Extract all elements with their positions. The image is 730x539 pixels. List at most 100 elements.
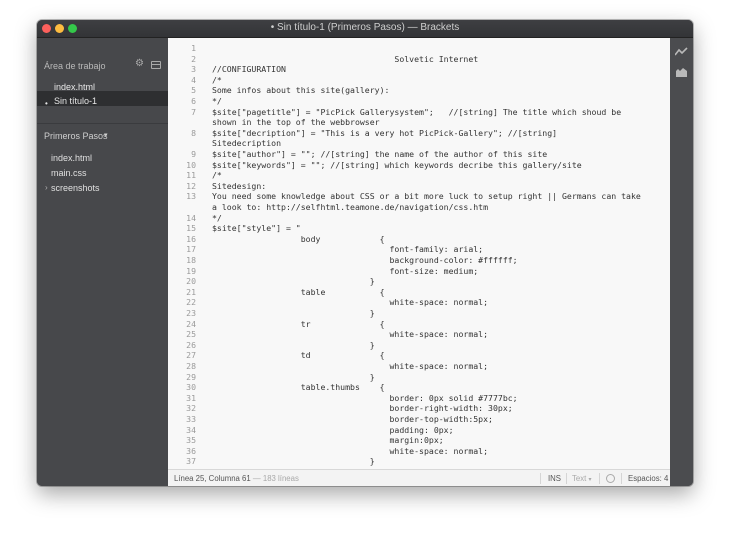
code-line[interactable]: 14 */ (168, 213, 670, 224)
line-text[interactable]: font-family: arial; (212, 244, 483, 255)
code-line[interactable]: Sitedecription (168, 138, 670, 149)
chevron-down-icon[interactable]: ▾ (104, 131, 108, 139)
line-text[interactable]: $site["style"] = " (212, 223, 301, 234)
code-line[interactable]: 31 border: 0px solid #7777bc; (168, 393, 670, 404)
line-number: 23 (186, 308, 196, 318)
line-text[interactable]: /* (212, 75, 222, 86)
code-line[interactable]: 11 /* (168, 170, 670, 181)
line-text[interactable]: margin:0px; (212, 435, 443, 446)
line-number: 36 (186, 445, 196, 456)
line-text[interactable]: } (212, 372, 375, 383)
line-text[interactable]: } (212, 456, 375, 467)
code-line[interactable]: 2 Solvetic Internet (168, 54, 670, 65)
code-line[interactable]: 3 //CONFIGURATION (168, 64, 670, 75)
line-text[interactable]: //CONFIGURATION (212, 64, 286, 75)
line-text[interactable]: /* (212, 170, 222, 181)
line-text[interactable]: a look to: http://selfhtml.teamone.de/na… (212, 202, 488, 213)
line-number: 10 (186, 159, 196, 170)
code-line[interactable]: 18 background-color: #ffffff; (168, 255, 670, 266)
language-selector[interactable]: Text ▾ (572, 474, 592, 483)
line-text[interactable]: */ (212, 213, 222, 224)
extension-manager-icon[interactable] (675, 67, 688, 81)
live-preview-icon[interactable] (674, 47, 688, 60)
line-text[interactable]: Sitedecription (212, 138, 281, 149)
line-text[interactable]: tr { (212, 319, 385, 330)
line-text[interactable]: */ (212, 96, 222, 107)
split-view-icon[interactable] (151, 61, 161, 69)
code-line[interactable]: shown in the top of the webbrowser (168, 117, 670, 128)
line-text[interactable]: background-color: #ffffff; (212, 255, 517, 266)
tree-folder-screenshots[interactable]: screenshots (51, 183, 100, 193)
code-line[interactable]: 25 white-space: normal; (168, 329, 670, 340)
code-line[interactable]: 29 } (168, 372, 670, 383)
line-text[interactable]: $site["keywords"] = ""; //[string] which… (212, 160, 582, 171)
code-editor[interactable]: 12 Solvetic Internet 3//CONFIGURATION 4/* 5… (168, 38, 670, 469)
code-line[interactable]: 23 } (168, 308, 670, 319)
code-line[interactable]: 27 td { (168, 350, 670, 361)
line-text[interactable]: table { (212, 287, 385, 298)
line-text[interactable]: $site["decription"] = "This is a very ho… (212, 128, 557, 139)
line-text[interactable]: padding: 0px; (212, 425, 453, 436)
code-line[interactable]: 12 Sitedesign: (168, 181, 670, 192)
tree-item-index-html[interactable]: index.html (51, 153, 92, 163)
line-text[interactable]: white-space: normal; (212, 446, 488, 457)
code-line[interactable]: 30 table.thumbs { (168, 382, 670, 393)
code-line[interactable]: 9 $site["author"] = ""; //[string] the na… (168, 149, 670, 160)
indent-spaces[interactable]: Espacios: 4 (628, 474, 668, 483)
cursor-position[interactable]: Línea 25, Columna 61 — 183 líneas (174, 474, 299, 483)
code-line[interactable]: 16 body { (168, 234, 670, 245)
code-line[interactable]: 13 You need some knowledge about CSS or a… (168, 191, 670, 202)
code-line[interactable]: 20 } (168, 276, 670, 287)
code-line[interactable]: 6 */ (168, 96, 670, 107)
code-line[interactable]: 1 (168, 43, 670, 54)
line-text[interactable]: white-space: normal; (212, 329, 488, 340)
code-line[interactable]: 28 white-space: normal; (168, 361, 670, 372)
line-text[interactable]: font-size: medium; (212, 266, 478, 277)
line-text[interactable]: border-right-width: 30px; (212, 403, 512, 414)
linting-status-icon[interactable] (606, 474, 615, 483)
code-line[interactable]: a look to: http://selfhtml.teamone.de/na… (168, 202, 670, 213)
code-line[interactable]: 35 margin:0px; (168, 435, 670, 446)
line-text[interactable]: You need some knowledge about CSS or a b… (212, 191, 641, 202)
line-text[interactable]: Solvetic Internet (212, 54, 478, 65)
line-text[interactable]: Some infos about this site(gallery): (212, 85, 389, 96)
line-text[interactable]: white-space: normal; (212, 361, 488, 372)
code-line[interactable]: 33 border-top-width:5px; (168, 414, 670, 425)
code-line[interactable]: 37 } (168, 456, 670, 467)
code-line[interactable]: 34 padding: 0px; (168, 425, 670, 436)
code-line[interactable]: 4 /* (168, 75, 670, 86)
code-line[interactable]: 26 } (168, 340, 670, 351)
insert-mode-indicator[interactable]: INS (548, 474, 561, 483)
line-text[interactable]: table.thumbs { (212, 382, 385, 393)
code-line[interactable]: 15 $site["style"] = " (168, 223, 670, 234)
code-line[interactable]: 22 white-space: normal; (168, 297, 670, 308)
line-text[interactable]: $site["author"] = ""; //[string] the nam… (212, 149, 547, 160)
line-text[interactable]: td { (212, 350, 385, 361)
code-line[interactable]: 21 table { (168, 287, 670, 298)
code-line[interactable]: 10 $site["keywords"] = ""; //[string] whi… (168, 160, 670, 171)
project-title[interactable]: Primeros Pasos (44, 131, 108, 141)
code-line[interactable]: 36 white-space: normal; (168, 446, 670, 457)
line-text[interactable]: body { (212, 234, 385, 245)
settings-gear-icon[interactable]: ⚙ (135, 59, 144, 69)
code-line[interactable]: 24 tr { (168, 319, 670, 330)
line-text[interactable]: } (212, 340, 375, 351)
line-text[interactable]: white-space: normal; (212, 297, 488, 308)
line-number: 19 (186, 265, 196, 276)
code-line[interactable]: 17 font-family: arial; (168, 244, 670, 255)
line-text[interactable]: border: 0px solid #7777bc; (212, 393, 517, 404)
tree-item-main-css[interactable]: main.css (51, 168, 87, 178)
code-line[interactable]: 8 $site["decription"] = "This is a very h… (168, 128, 670, 139)
line-text[interactable]: shown in the top of the webbrowser (212, 117, 380, 128)
code-line[interactable]: 5 Some infos about this site(gallery): (168, 85, 670, 96)
line-text[interactable]: $site["pagetitle"] = "PicPick Gallerysys… (212, 107, 621, 118)
code-line[interactable]: 7 $site["pagetitle"] = "PicPick Gallerysy… (168, 107, 670, 118)
working-file-sin-titulo[interactable]: Sin título-1 (54, 96, 97, 106)
code-line[interactable]: 32 border-right-width: 30px; (168, 403, 670, 414)
line-text[interactable]: } (212, 276, 375, 287)
line-text[interactable]: } (212, 308, 375, 319)
line-text[interactable]: Sitedesign: (212, 181, 266, 192)
line-text[interactable]: border-top-width:5px; (212, 414, 493, 425)
chevron-right-icon[interactable]: › (45, 183, 48, 192)
code-line[interactable]: 19 font-size: medium; (168, 266, 670, 277)
